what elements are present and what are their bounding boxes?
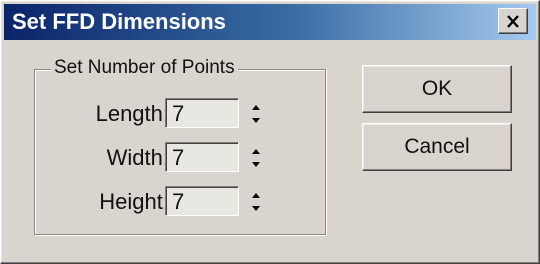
height-spin-down-arrow-icon[interactable] bbox=[249, 202, 263, 215]
length-spin-down-arrow-icon[interactable] bbox=[249, 114, 263, 127]
group-legend: Set Number of Points bbox=[51, 57, 238, 79]
height-spin-up-arrow-icon[interactable] bbox=[249, 189, 263, 202]
length-row: Length: 7 bbox=[35, 98, 325, 130]
length-field[interactable]: 7 bbox=[165, 98, 239, 128]
width-spin-up-arrow-icon[interactable] bbox=[249, 145, 263, 158]
width-field[interactable]: 7 bbox=[165, 142, 239, 172]
title-bar[interactable]: Set FFD Dimensions bbox=[4, 4, 536, 40]
set-number-of-points-group: Set Number of Points Length: 7 Width: 7 bbox=[34, 57, 326, 235]
height-label: Height: bbox=[99, 189, 169, 214]
length-spin-up-arrow-icon[interactable] bbox=[249, 101, 263, 114]
length-spinner[interactable] bbox=[249, 101, 263, 127]
height-row: Height: 7 bbox=[35, 186, 325, 218]
window-title: Set FFD Dimensions bbox=[12, 9, 226, 34]
height-field[interactable]: 7 bbox=[165, 186, 239, 216]
ok-button[interactable]: OK bbox=[362, 65, 512, 113]
width-spinner[interactable] bbox=[249, 145, 263, 171]
width-label: Width: bbox=[106, 145, 169, 170]
cancel-button[interactable]: Cancel bbox=[362, 123, 512, 171]
width-spin-down-arrow-icon[interactable] bbox=[249, 158, 263, 171]
dialog-window: Set FFD Dimensions Set Number of Points … bbox=[0, 0, 540, 264]
close-icon bbox=[507, 14, 519, 28]
length-label: Length: bbox=[95, 101, 169, 126]
width-row: Width: 7 bbox=[35, 142, 325, 174]
height-spinner[interactable] bbox=[249, 189, 263, 215]
close-button[interactable] bbox=[498, 8, 528, 34]
